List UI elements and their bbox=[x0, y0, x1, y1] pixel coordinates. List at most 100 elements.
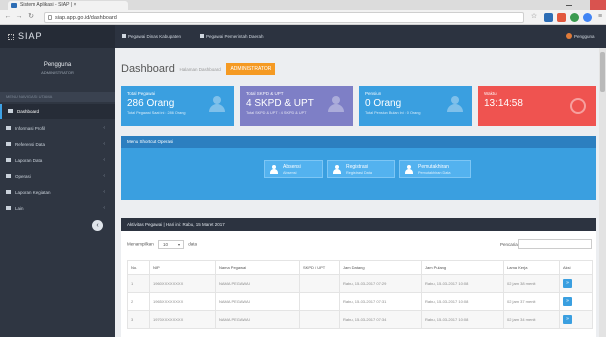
show-entries: Menampilkan 10 ▾ data bbox=[127, 240, 197, 249]
column-header[interactable]: No. bbox=[127, 260, 150, 275]
caret-down-icon: ▾ bbox=[178, 242, 181, 247]
column-header[interactable]: Jam Datang bbox=[339, 260, 422, 275]
chevron-left-icon: ‹ bbox=[103, 141, 105, 147]
back-arrow-icon[interactable]: ← bbox=[4, 13, 12, 21]
browser-tab[interactable]: Sistem Aplikasi - SIAP | × bbox=[8, 1, 128, 10]
table-row: 2 1965XXXXXXXX NAMA PEGAWAI Rabu, 15-03-… bbox=[127, 292, 593, 311]
grid-icon bbox=[8, 34, 14, 40]
stat-card-skpd: Total SKPD & UPT 4 SKPD & UPT Total SKPD… bbox=[240, 86, 353, 126]
activity-table: No. NIP Nama Pegawai SKPD / UPT Jam Data… bbox=[127, 260, 593, 329]
table-cell: NAMA PEGAWAI bbox=[215, 292, 300, 311]
browser-toolbar: ← → ↻ siap.app.go.id/dashboard ☆ ≡ bbox=[0, 10, 606, 25]
sidebar-item-lain[interactable]: Lain ‹ bbox=[0, 201, 115, 216]
page-scrollbar[interactable] bbox=[599, 48, 606, 337]
page-icon bbox=[48, 15, 52, 20]
detail-button[interactable]: » bbox=[563, 297, 572, 306]
brand-name: SIAP bbox=[18, 31, 43, 41]
column-header[interactable]: Lama Kerja bbox=[503, 260, 560, 275]
table-cell: 02 jam 34 menit bbox=[503, 310, 560, 329]
profile-name: Pengguna bbox=[43, 62, 72, 68]
detail-button[interactable]: » bbox=[563, 315, 572, 324]
users-icon bbox=[405, 165, 413, 174]
entries-select[interactable]: 10 ▾ bbox=[158, 240, 185, 249]
table-cell: Rabu, 15-03-2017 07:34 bbox=[339, 310, 422, 329]
address-text: siap.app.go.id/dashboard bbox=[55, 15, 117, 21]
reload-icon[interactable]: ↻ bbox=[27, 13, 35, 21]
absensi-button[interactable]: Absensi Absensi bbox=[264, 160, 323, 178]
table-cell: 1 bbox=[127, 274, 150, 293]
sidebar-item-referensi[interactable]: Referensi Data ‹ bbox=[0, 137, 115, 152]
stat-label: Waktu bbox=[484, 91, 497, 96]
detail-button[interactable]: » bbox=[563, 279, 572, 288]
users-icon bbox=[327, 96, 345, 112]
shortcut-label: Pemutakhiran bbox=[418, 164, 449, 170]
forward-arrow-icon[interactable]: → bbox=[15, 13, 23, 21]
sidebar-item-operasi[interactable]: Operasi ‹ bbox=[0, 169, 115, 184]
table-cell: 3 bbox=[127, 310, 150, 329]
list-icon bbox=[6, 174, 11, 178]
column-header[interactable]: Jam Pulang bbox=[421, 260, 504, 275]
scrollbar-thumb[interactable] bbox=[600, 52, 605, 92]
extension-icon[interactable] bbox=[544, 13, 553, 22]
shortcut-sublabel: Pemutakhiran Data bbox=[418, 171, 451, 175]
bar-chart-icon bbox=[6, 190, 11, 194]
sidebar-item-dashboard[interactable]: Dashboard bbox=[0, 104, 115, 119]
star-icon[interactable]: ☆ bbox=[530, 13, 538, 21]
sidebar-item-label: Dashboard bbox=[17, 109, 40, 114]
table-cell: » bbox=[559, 292, 593, 311]
extension-icon[interactable] bbox=[583, 13, 592, 22]
app-brand[interactable]: SIAP bbox=[0, 25, 115, 48]
chevron-left-icon: ‹ bbox=[103, 189, 105, 195]
table-cell: 02 jam 38 menit bbox=[503, 274, 560, 293]
maximize-button[interactable] bbox=[576, 0, 590, 10]
close-window-button[interactable] bbox=[590, 0, 606, 10]
table-cell bbox=[299, 292, 340, 311]
user-label: Pengguna bbox=[574, 34, 595, 39]
nav-link[interactable]: Pegawai Pemerintah Daerah bbox=[200, 25, 264, 48]
app-navbar: SIAP Pegawai Dinas Kabupaten Pegawai Pem… bbox=[0, 25, 606, 48]
stat-card-pegawai: Total Pegawai 286 Orang Total Pegawai Sa… bbox=[121, 86, 234, 126]
sidebar-item-laporan-kegiatan[interactable]: Laporan Kegiatan ‹ bbox=[0, 185, 115, 200]
page-header: Dashboard Halaman Dashboard ADMINISTRATO… bbox=[121, 63, 276, 75]
entries-label: data bbox=[188, 241, 198, 247]
user-menu[interactable]: Pengguna bbox=[566, 25, 595, 48]
table-cell: » bbox=[559, 310, 593, 329]
favicon-icon bbox=[11, 3, 17, 8]
sidebar-item-label: Informasi Profil bbox=[15, 126, 46, 131]
nav-link[interactable]: Pegawai Dinas Kabupaten bbox=[122, 25, 181, 48]
dashboard-icon bbox=[8, 109, 13, 113]
sidebar-item-profil[interactable]: Informasi Profil ‹ bbox=[0, 121, 115, 136]
column-header[interactable]: Aksi bbox=[559, 260, 593, 275]
address-bar[interactable]: siap.app.go.id/dashboard bbox=[44, 12, 524, 23]
registrasi-button[interactable]: Registrasi Registrasi Data bbox=[327, 160, 395, 178]
building-icon bbox=[200, 34, 204, 38]
sidebar: Pengguna ADMINISTRATOR MENU NAVIGASI UTA… bbox=[0, 48, 115, 337]
menu-icon[interactable]: ≡ bbox=[596, 13, 604, 21]
table-header-row: No. NIP Nama Pegawai SKPD / UPT Jam Data… bbox=[127, 260, 593, 275]
activity-panel: Aktivitas Pegawai | Hari ini: Rabu, 15 M… bbox=[121, 218, 596, 337]
extension-icon[interactable] bbox=[557, 13, 566, 22]
collapse-sidebar-button[interactable]: ‹ bbox=[92, 220, 103, 231]
shortcut-panel-heading: Menu Shortcut Operasi bbox=[121, 136, 596, 148]
sidebar-item-label: Laporan Data bbox=[15, 158, 43, 163]
column-header[interactable]: Nama Pegawai bbox=[215, 260, 300, 275]
users-icon bbox=[208, 96, 226, 112]
user-icon bbox=[6, 126, 11, 130]
browser-titlebar: Sistem Aplikasi - SIAP | × bbox=[0, 0, 606, 10]
column-header[interactable]: NIP bbox=[149, 260, 216, 275]
user-icon bbox=[446, 96, 464, 112]
sidebar-header: MENU NAVIGASI UTAMA bbox=[0, 92, 115, 102]
sidebar-item-laporan-data[interactable]: Laporan Data ‹ bbox=[0, 153, 115, 168]
column-header[interactable]: SKPD / UPT bbox=[299, 260, 340, 275]
users-icon bbox=[333, 165, 341, 174]
search-input[interactable] bbox=[518, 239, 592, 249]
table-cell: Rabu, 15-03-2017 07:31 bbox=[339, 292, 422, 311]
tab-title: Sistem Aplikasi - SIAP | × bbox=[20, 2, 77, 8]
minimize-button[interactable] bbox=[562, 0, 576, 10]
pemutakhiran-button[interactable]: Pemutakhiran Pemutakhiran Data bbox=[399, 160, 471, 178]
nav-link-label: Pegawai Dinas Kabupaten bbox=[128, 34, 182, 39]
extension-icon[interactable] bbox=[570, 13, 579, 22]
table-cell: 02 jam 37 menit bbox=[503, 292, 560, 311]
nav-link-label: Pegawai Pemerintah Daerah bbox=[206, 34, 264, 39]
shortcut-sublabel: Registrasi Data bbox=[346, 171, 372, 175]
